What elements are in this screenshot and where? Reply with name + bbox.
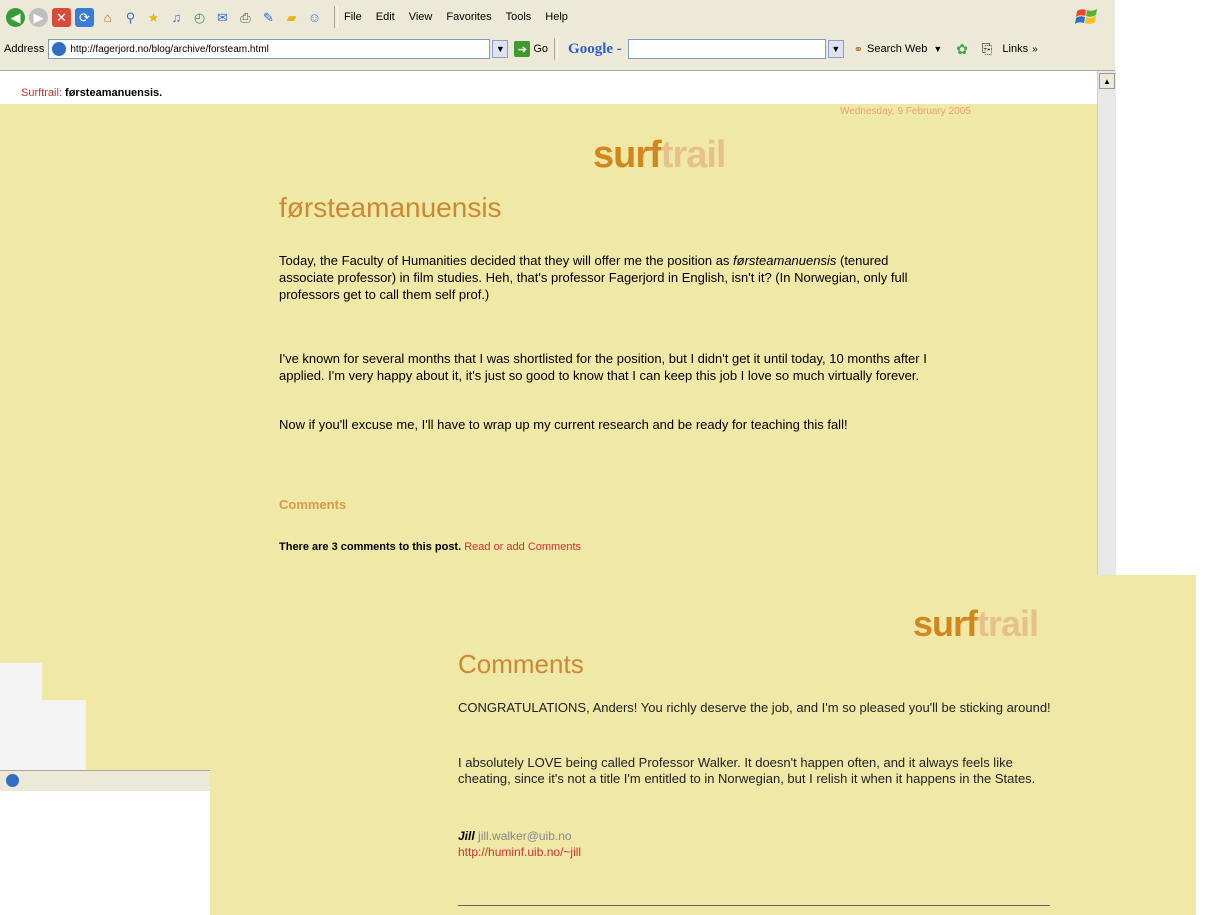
search-icon[interactable]: ⚲ [121,8,140,27]
comment-paragraph-2: I absolutely LOVE being called Professor… [458,755,1036,786]
logo-part-surf: surf [593,134,662,176]
comment-count: There are 3 comments to this post. Read … [279,541,581,553]
address-bar-row: Address http://fagerjord.no/blog/archive… [0,36,1115,62]
go-label: Go [533,43,549,55]
logo-part-trail: trail [660,134,727,176]
go-arrow-icon: ➔ [514,41,531,57]
post-title: førsteamanuensis [279,192,502,223]
status-bar [0,770,210,791]
breadcrumb-current: førsteamanuensis. [65,87,163,99]
author-name: Jill [458,829,475,843]
menu-tools[interactable]: Tools [506,11,532,23]
comment-count-text: There are 3 comments to this post. [279,541,462,553]
edit-icon[interactable]: ✎ [259,8,278,27]
menu-favorites[interactable]: Favorites [446,11,491,23]
logo-part-surf: surf [913,603,978,644]
post-paragraph-2: I've known for several months that I was… [279,351,927,383]
post-date: Wednesday, 9 February 2005 [840,106,971,117]
author-email[interactable]: jill.walker@uib.no [478,829,572,843]
windows-logo-icon [1075,9,1097,24]
address-label: Address [4,43,45,55]
post-paragraph-3: Now if you'll excuse me, I'll have to wr… [279,417,848,432]
google-dropdown-icon[interactable]: ▼ [827,40,844,58]
chevron-right-icon[interactable]: » [1032,44,1038,55]
toolbar-separator [334,6,338,28]
vertical-scrollbar[interactable]: ▲ [1097,71,1116,575]
messenger-icon[interactable]: ☺ [305,8,324,27]
address-field[interactable]: http://fagerjord.no/blog/archive/forstea… [48,39,491,59]
folder-icon[interactable]: ▰ [282,8,301,27]
empty-region [1196,575,1206,915]
chevron-down-icon: ▼ [933,44,943,54]
options-icon[interactable]: ⎘ [982,41,992,57]
comment-author: Jill jill.walker@uib.no http://huminf.ui… [458,828,581,860]
author-url-link[interactable]: http://huminf.uib.no/~jill [458,845,581,859]
menu-edit[interactable]: Edit [376,11,395,23]
home-icon[interactable]: ⌂ [98,8,117,27]
p1-italic-term: førsteamanuensis [733,253,837,268]
page-status-icon [6,774,19,787]
search-web-label: Search Web [867,43,928,55]
menu-file[interactable]: File [344,11,362,23]
empty-region [0,791,210,915]
comments-window: surftrail Comments CONGRATULATIONS, Ande… [210,575,1196,915]
breadcrumb-bar: Surftrail: førsteamanuensis. [0,71,1097,104]
empty-region [0,663,42,770]
menu-help[interactable]: Help [545,11,568,23]
favorites-icon[interactable]: ★ [144,8,163,27]
page-icon [52,42,67,56]
browser-chrome: ◀ ▶ ✕ ⟳ ⌂ ⚲ ★ ♫ ◴ ✉ ⎙ ✎ ▰ ☺ File Edit Vi… [0,0,1115,71]
read-comments-link[interactable]: Read or add Comments [464,541,581,553]
address-dropdown-icon[interactable]: ▼ [492,40,509,58]
comment-paragraph-1: CONGRATULATIONS, Anders! You richly dese… [458,700,1051,715]
search-web-button[interactable]: ⚭ Search Web ▼ [854,43,942,56]
go-button[interactable]: ➔ Go [514,41,548,57]
google-toolbar-logo[interactable]: Google - [568,41,622,58]
breadcrumb-site-link[interactable]: Surftrail: [21,87,62,99]
comments-heading: Comments [279,497,347,512]
mail-icon[interactable]: ✉ [213,8,232,27]
breadcrumb: Surftrail: førsteamanuensis. [21,87,162,99]
scroll-up-icon[interactable]: ▲ [1099,73,1115,89]
google-search-input[interactable] [627,39,826,59]
post-paragraph-1: Today, the Faculty of Humanities decided… [279,252,939,303]
empty-region [42,700,86,770]
media-icon[interactable]: ♫ [167,8,186,27]
history-icon[interactable]: ◴ [190,8,209,27]
refresh-icon[interactable]: ⟳ [75,7,94,27]
site-logo[interactable]: surftrail [593,134,726,177]
p1-text-start: Today, the Faculty of Humanities decided… [279,253,734,268]
menu-view[interactable]: View [409,11,433,23]
links-button[interactable]: Links [1002,43,1028,55]
forward-icon[interactable]: ▶ [29,7,48,27]
back-icon[interactable]: ◀ [6,7,25,27]
pagerank-icon[interactable]: ✿ [956,41,968,58]
logo-part-trail: trail [977,603,1039,644]
address-url: http://fagerjord.no/blog/archive/forstea… [70,43,269,55]
standard-toolbar: ◀ ▶ ✕ ⟳ ⌂ ⚲ ★ ♫ ◴ ✉ ⎙ ✎ ▰ ☺ File Edit Vi… [0,2,1115,32]
comment-divider [458,905,1050,906]
print-icon[interactable]: ⎙ [236,8,255,27]
comments-title: Comments [458,649,584,679]
binoculars-icon: ⚭ [853,43,864,56]
comments-site-logo[interactable]: surftrail [913,603,1039,645]
toolbar-separator [554,38,559,60]
stop-icon[interactable]: ✕ [52,7,71,27]
